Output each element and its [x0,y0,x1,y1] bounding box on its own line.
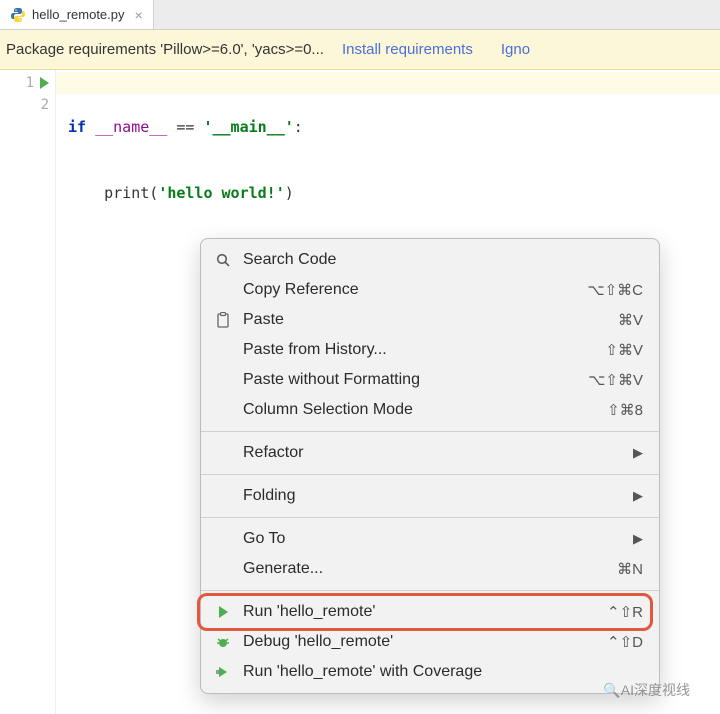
menu-label: Paste without Formatting [243,371,578,389]
string-hello: 'hello world!' [158,184,284,202]
menu-label: Folding [243,487,623,505]
close-icon[interactable]: × [135,7,143,23]
menu-shortcut: ⌥⇧⌘V [588,371,643,389]
menu-label: Copy Reference [243,281,577,299]
python-file-icon [10,7,26,23]
menu-shortcut: ⌥⇧⌘C [587,281,643,299]
run-gutter-icon[interactable] [40,77,49,89]
identifier-name: __name__ [95,118,167,136]
menu-paste-without-formatting[interactable]: Paste without Formatting ⌥⇧⌘V [201,365,659,395]
menu-run[interactable]: Run 'hello_remote' ⌃⇧R [201,597,659,627]
menu-shortcut: ⇧⌘V [605,341,643,359]
line-number: 2 [41,97,49,113]
menu-debug[interactable]: Debug 'hello_remote' ⌃⇧D [201,627,659,657]
gutter: 1 2 [0,70,56,714]
banner-message: Package requirements 'Pillow>=6.0', 'yac… [6,41,324,58]
menu-go-to[interactable]: Go To ▶ [201,524,659,554]
context-menu: Search Code Copy Reference ⌥⇧⌘C Paste ⌘V… [200,238,660,694]
menu-label: Run 'hello_remote' with Coverage [243,663,643,681]
menu-separator [201,517,659,518]
menu-label: Go To [243,530,623,548]
menu-separator [201,431,659,432]
file-tab[interactable]: hello_remote.py × [0,0,154,29]
chevron-right-icon: ▶ [633,531,643,547]
menu-label: Paste [243,311,608,329]
menu-shortcut: ⌘V [618,311,643,329]
menu-generate[interactable]: Generate... ⌘N [201,554,659,584]
run-icon [213,606,233,618]
line-number: 1 [26,75,34,91]
menu-label: Column Selection Mode [243,401,597,419]
coverage-icon [213,664,233,680]
ignore-requirements-link[interactable]: Igno [501,41,530,58]
chevron-right-icon: ▶ [633,445,643,461]
chevron-right-icon: ▶ [633,488,643,504]
call-print: print [104,184,149,202]
menu-label: Search Code [243,251,643,269]
install-requirements-link[interactable]: Install requirements [342,41,473,58]
menu-copy-reference[interactable]: Copy Reference ⌥⇧⌘C [201,275,659,305]
menu-paste-history[interactable]: Paste from History... ⇧⌘V [201,335,659,365]
menu-label: Refactor [243,444,623,462]
gutter-line-2[interactable]: 2 [0,94,55,116]
operator-eq: == [167,118,203,136]
search-icon [213,252,233,268]
string-main: '__main__' [203,118,293,136]
paren: ( [149,184,158,202]
clipboard-icon [213,312,233,328]
menu-refactor[interactable]: Refactor ▶ [201,438,659,468]
requirements-banner: Package requirements 'Pillow>=6.0', 'yac… [0,30,720,70]
paren: ) [285,184,294,202]
gutter-line-1[interactable]: 1 [0,72,55,94]
menu-folding[interactable]: Folding ▶ [201,481,659,511]
menu-label: Run 'hello_remote' [243,603,597,621]
menu-label: Paste from History... [243,341,595,359]
menu-separator [201,590,659,591]
menu-shortcut: ⇧⌘8 [607,401,643,419]
menu-run-coverage[interactable]: Run 'hello_remote' with Coverage [201,657,659,687]
menu-shortcut: ⌘N [617,560,643,578]
tab-bar: hello_remote.py × [0,0,720,30]
menu-label: Debug 'hello_remote' [243,633,597,651]
tab-filename: hello_remote.py [32,7,125,22]
menu-column-selection[interactable]: Column Selection Mode ⇧⌘8 [201,395,659,425]
colon: : [294,118,303,136]
menu-search-code[interactable]: Search Code [201,245,659,275]
menu-shortcut: ⌃⇧R [607,603,643,621]
debug-icon [213,634,233,650]
menu-label: Generate... [243,560,607,578]
menu-separator [201,474,659,475]
keyword-if: if [68,118,86,136]
menu-paste[interactable]: Paste ⌘V [201,305,659,335]
menu-shortcut: ⌃⇧D [607,633,643,651]
